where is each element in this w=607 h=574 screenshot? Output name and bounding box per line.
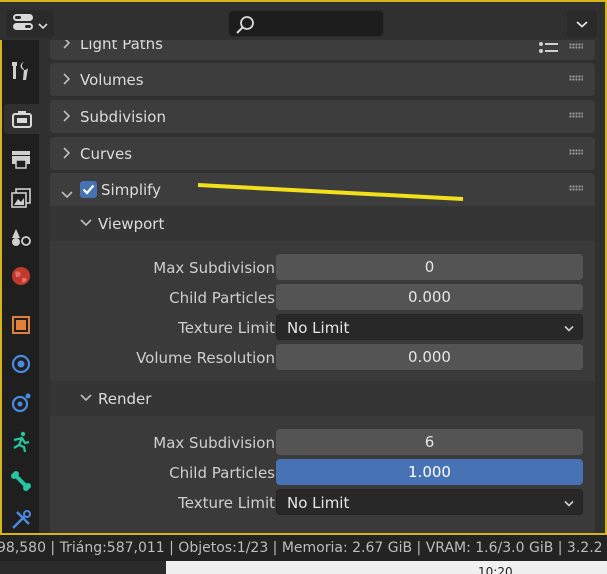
select-value: No Limit [287,319,350,337]
field-label: Texture Limit [178,494,275,512]
viewport-texture-limit-select[interactable]: No Limit [276,314,583,340]
tab-object[interactable] [6,310,36,340]
panel-light-paths[interactable]: Light Paths [50,40,595,60]
render-texture-limit-row: Texture Limit No Limit [50,489,595,515]
viewport-volume-resolution-row: Volume Resolution 0.000 [50,344,595,370]
viewport-max-subdivision-field[interactable]: 0 [276,254,583,280]
search-icon [236,16,254,34]
panel-title: Subdivision [80,108,166,126]
globe-icon [12,267,30,285]
viewport-volume-resolution-field[interactable]: 0.000 [276,344,583,370]
panel-title: Light Paths [80,40,163,53]
tab-view-layer[interactable] [6,183,36,213]
chevron-down-icon [576,21,588,28]
tab-particles[interactable] [6,388,36,418]
drag-grip-icon[interactable] [569,149,583,155]
field-label: Child Particles [169,464,275,482]
simplify-checkbox[interactable] [80,181,97,198]
taskbar-left [0,561,166,574]
chevron-down-icon [564,315,574,341]
panel-subdivision[interactable]: Subdivision [50,100,595,133]
properties-editor-icon [12,13,34,35]
orange-square-icon [12,316,30,334]
particles-icon [11,393,31,413]
printer-icon [12,151,30,169]
chevron-down-icon [564,490,574,516]
render-texture-limit-select[interactable]: No Limit [276,489,583,515]
editor-header [0,2,603,40]
wrench-screwdriver-icon [12,62,28,80]
render-child-particles-row: Child Particles 1.000 [50,459,595,485]
render-max-subdivision-row: Max Subdivision 6 [50,429,595,455]
select-value: No Limit [287,494,350,512]
viewport-texture-limit-row: Texture Limit No Limit [50,314,595,340]
bone-icon [11,471,31,491]
subpanel-viewport-header[interactable]: Viewport [50,206,595,241]
chevron-right-icon [62,147,71,163]
panel-title: Volumes [80,71,144,89]
chevron-right-icon [62,40,71,53]
images-stack-icon [11,188,31,208]
panel-curves[interactable]: Curves [50,137,595,170]
blue-circle-icon [11,354,31,374]
clock: 10:20 [478,565,513,574]
camera-back-icon [11,111,32,128]
panel-title: Simplify [101,181,162,199]
running-figure-icon [13,431,30,453]
chevron-down-icon [80,391,92,406]
drag-grip-icon[interactable] [569,75,583,81]
search-input[interactable] [228,10,384,37]
options-dropdown-button[interactable] [567,10,597,38]
panel-simplify: Simplify Viewport Max Subdivision 0 Chil… [50,173,595,533]
field-label: Texture Limit [178,319,275,337]
chevron-down-icon [80,216,92,231]
panel-title: Curves [80,145,133,163]
viewport-max-subdivision-row: Max Subdivision 0 [50,254,595,280]
viewport-child-particles-row: Child Particles 0.000 [50,284,595,310]
scene-statistics: 98,580 | Triáng:587,011 | Objetos:1/23 |… [0,540,603,556]
field-label: Max Subdivision [153,434,275,452]
scene-shapes-icon [12,229,31,246]
field-label: Max Subdivision [153,259,275,277]
subpanel-render: Max Subdivision 6 Child Particles 1.000 … [50,416,595,533]
subpanel-render-header[interactable]: Render [50,381,595,416]
chevron-right-icon [62,110,71,126]
status-bar: 98,580 | Triáng:587,011 | Objetos:1/23 |… [0,535,607,561]
tab-scene[interactable] [6,222,36,252]
chevron-right-icon [62,73,71,89]
tab-modifiers[interactable] [6,349,36,379]
field-label: Child Particles [169,289,275,307]
chevron-down-icon [61,184,73,203]
properties-content: Light Paths Volumes Subdivision Curves S… [39,40,603,533]
tab-output[interactable] [6,144,36,174]
drag-grip-icon[interactable] [569,112,583,118]
tab-data[interactable] [6,505,36,535]
tab-world[interactable] [6,261,36,291]
tools-icon [12,510,31,529]
checkmark-icon [82,184,95,195]
render-max-subdivision-field[interactable]: 6 [276,429,583,455]
tab-render[interactable] [4,104,39,134]
render-child-particles-field[interactable]: 1.000 [276,459,583,485]
editor-type-button[interactable] [6,10,54,38]
subpanel-viewport: Max Subdivision 0 Child Particles 0.000 … [50,241,595,381]
tab-tool[interactable] [6,56,36,86]
subpanel-title: Viewport [98,215,165,233]
properties-tab-bar [2,40,39,533]
viewport-child-particles-field[interactable]: 0.000 [276,284,583,310]
subpanel-title: Render [98,390,152,408]
field-label: Volume Resolution [136,349,275,367]
annotation-line [197,183,464,201]
drag-grip-icon[interactable] [569,185,583,191]
tab-constraints[interactable] [6,466,36,496]
panel-volumes[interactable]: Volumes [50,63,595,96]
tab-physics[interactable] [6,427,36,457]
list-presets-icon[interactable] [539,40,559,59]
chevron-down-icon [38,15,48,34]
drag-grip-icon[interactable] [569,43,583,49]
